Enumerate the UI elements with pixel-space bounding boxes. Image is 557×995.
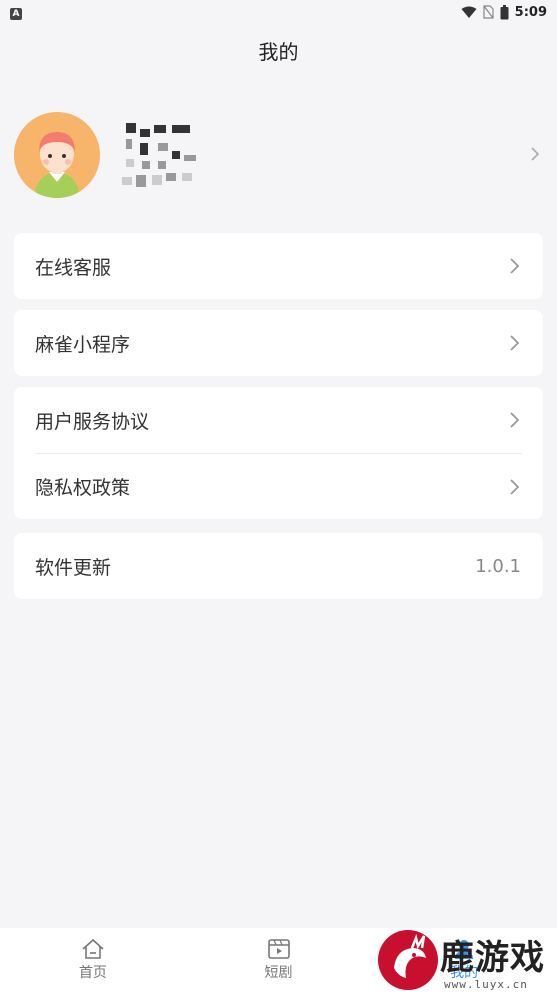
- status-bar: A 5:09: [0, 0, 557, 24]
- deer-logo-icon: [378, 930, 438, 990]
- version-value: 1.0.1: [475, 555, 521, 577]
- menu-item-online-service[interactable]: 在线客服: [14, 233, 543, 299]
- menu-item-mahjong-miniprogram[interactable]: 麻雀小程序: [14, 310, 543, 376]
- tab-home[interactable]: 首页: [0, 928, 186, 995]
- watermark-url: www.luyx.cn: [444, 978, 528, 991]
- watermark-text: 鹿游戏: [440, 938, 545, 978]
- menu-item-software-update[interactable]: 软件更新 1.0.1: [14, 533, 543, 599]
- watermark: 鹿游戏 www.luyx.cn: [374, 926, 557, 995]
- menu-item-label: 隐私权政策: [35, 477, 131, 499]
- menu-item-label: 在线客服: [35, 256, 112, 279]
- username-redacted: [118, 115, 208, 195]
- profile-header[interactable]: [14, 110, 544, 200]
- tab-label: 短剧: [264, 965, 293, 981]
- battery-icon: [500, 4, 509, 19]
- menu-item-privacy-policy[interactable]: 隐私权政策: [35, 453, 522, 519]
- menu-item-label: 用户服务协议: [35, 410, 150, 433]
- chevron-right-icon: [510, 335, 520, 351]
- no-sim-icon: [483, 5, 494, 19]
- chevron-right-icon: [510, 412, 520, 428]
- video-icon: [267, 939, 290, 959]
- tab-label: 首页: [78, 965, 107, 981]
- menu-item-label: 软件更新: [35, 556, 112, 579]
- clock-time: 5:09: [514, 4, 547, 20]
- card-online-service: 在线客服: [14, 233, 543, 299]
- tab-short-drama[interactable]: 短剧: [186, 928, 372, 995]
- page-title: 我的: [258, 40, 299, 64]
- avatar-icon[interactable]: [14, 112, 100, 198]
- profile-page: A 5:09 我的 在线客服 麻雀小程序 用户服务协议 隐私权政策 软件更新 1…: [0, 0, 557, 995]
- chevron-right-icon: [510, 258, 520, 274]
- card-mahjong: 麻雀小程序: [14, 310, 543, 376]
- notification-badge-icon: A: [10, 7, 22, 20]
- chevron-right-icon: [531, 147, 540, 161]
- card-legal: 用户服务协议 隐私权政策: [14, 387, 543, 519]
- chevron-right-icon: [510, 478, 520, 495]
- menu-item-user-agreement[interactable]: 用户服务协议: [14, 387, 543, 453]
- menu-item-label: 麻雀小程序: [35, 333, 131, 356]
- home-icon: [82, 938, 104, 959]
- card-software-update: 软件更新 1.0.1: [14, 533, 543, 599]
- wifi-icon: [461, 6, 477, 18]
